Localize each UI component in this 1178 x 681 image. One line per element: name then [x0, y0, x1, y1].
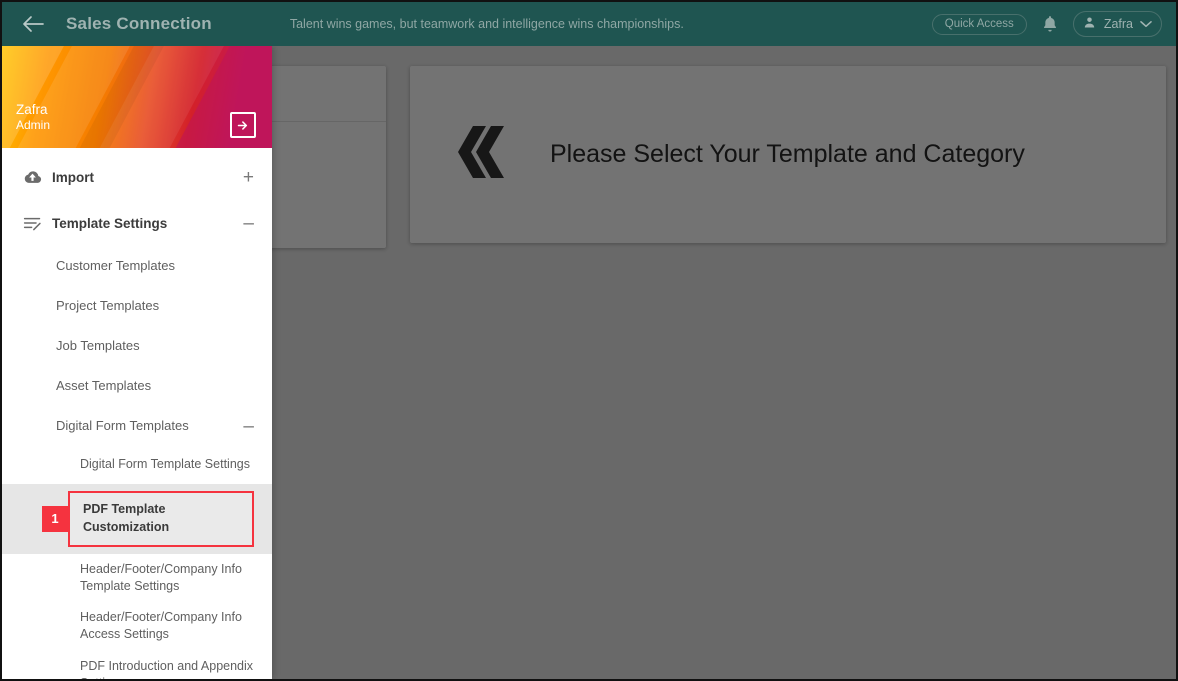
- sidebar-item-header-footer-template-settings[interactable]: Header/Footer/Company Info Template Sett…: [2, 554, 272, 603]
- sidebar-item-digital-form-template-settings[interactable]: Digital Form Template Settings: [2, 446, 272, 484]
- expand-plus-icon[interactable]: +: [237, 168, 254, 187]
- collapse-minus-icon[interactable]: –: [237, 417, 254, 436]
- sidebar-item-pdf-introduction-appendix-settings[interactable]: PDF Introduction and Appendix Settings: [2, 651, 272, 680]
- user-profile-banner: Zafra Admin: [2, 46, 272, 148]
- logout-icon[interactable]: [230, 112, 256, 138]
- sidebar-item-digital-form-templates[interactable]: Digital Form Templates –: [2, 406, 272, 446]
- sidebar-item-label: Digital Form Template Settings: [80, 457, 250, 472]
- person-icon: [1082, 15, 1097, 33]
- sidebar-item-asset-templates[interactable]: Asset Templates: [2, 366, 272, 406]
- sidebar-item-label: Digital Form Templates: [56, 418, 189, 434]
- collapse-minus-icon[interactable]: –: [237, 214, 254, 233]
- sidebar-item-label: Header/Footer/Company Info Template Sett…: [80, 561, 242, 593]
- sidebar-item-header-footer-access-settings[interactable]: Header/Footer/Company Info Access Settin…: [2, 602, 272, 651]
- sidebar-item-label: Import: [52, 169, 94, 185]
- sidebar-nav: Import + Template Settings – Customer Te…: [2, 148, 272, 679]
- cloud-upload-icon: [22, 169, 52, 186]
- sidebar-item-pdf-template-customization[interactable]: 1 PDF Template Customization: [2, 484, 272, 554]
- app-title: Sales Connection: [66, 14, 212, 33]
- notification-bell-icon[interactable]: [1040, 13, 1060, 35]
- sidebar-item-label: Job Templates: [56, 338, 140, 354]
- top-header-bar: Sales Connection Talent wins games, but …: [2, 2, 1176, 46]
- sidebar-item-label: Asset Templates: [56, 378, 152, 394]
- quick-access-button[interactable]: Quick Access: [931, 13, 1027, 35]
- sidebar-item-label: Customer Templates: [56, 258, 175, 274]
- annotation-step-badge: 1: [42, 505, 68, 532]
- navigation-sidebar: Zafra Admin Import + Template Settings –…: [2, 46, 272, 679]
- list-edit-icon: [22, 214, 52, 232]
- sidebar-item-template-settings[interactable]: Template Settings –: [2, 200, 272, 246]
- profile-text: Zafra Admin: [16, 102, 50, 134]
- user-menu-button[interactable]: Zafra: [1072, 11, 1162, 37]
- sidebar-item-label: Header/Footer/Company Info Access Settin…: [80, 610, 242, 642]
- header-actions: Quick Access Zafra: [931, 11, 1162, 37]
- arrow-left-icon[interactable]: [20, 11, 46, 37]
- sidebar-item-label: PDF Introduction and Appendix Settings: [80, 658, 254, 680]
- sidebar-item-import[interactable]: Import +: [2, 154, 272, 200]
- profile-role: Admin: [16, 118, 51, 133]
- chevron-down-icon: [1140, 17, 1152, 31]
- sidebar-item-label: Project Templates: [56, 298, 160, 314]
- sidebar-item-project-templates[interactable]: Project Templates: [2, 286, 272, 326]
- profile-name: Zafra: [16, 101, 48, 117]
- sidebar-item-customer-templates[interactable]: Customer Templates: [2, 246, 272, 286]
- sidebar-item-label: Template Settings: [52, 215, 168, 231]
- header-tagline: Talent wins games, but teamwork and inte…: [289, 17, 684, 31]
- user-name: Zafra: [1103, 17, 1133, 31]
- sidebar-item-label: PDF Template Customization: [83, 502, 170, 535]
- annotation-highlight-box: PDF Template Customization: [68, 491, 254, 547]
- sidebar-item-job-templates[interactable]: Job Templates: [2, 326, 272, 366]
- app-window: Sales Connection Talent wins games, but …: [0, 0, 1178, 681]
